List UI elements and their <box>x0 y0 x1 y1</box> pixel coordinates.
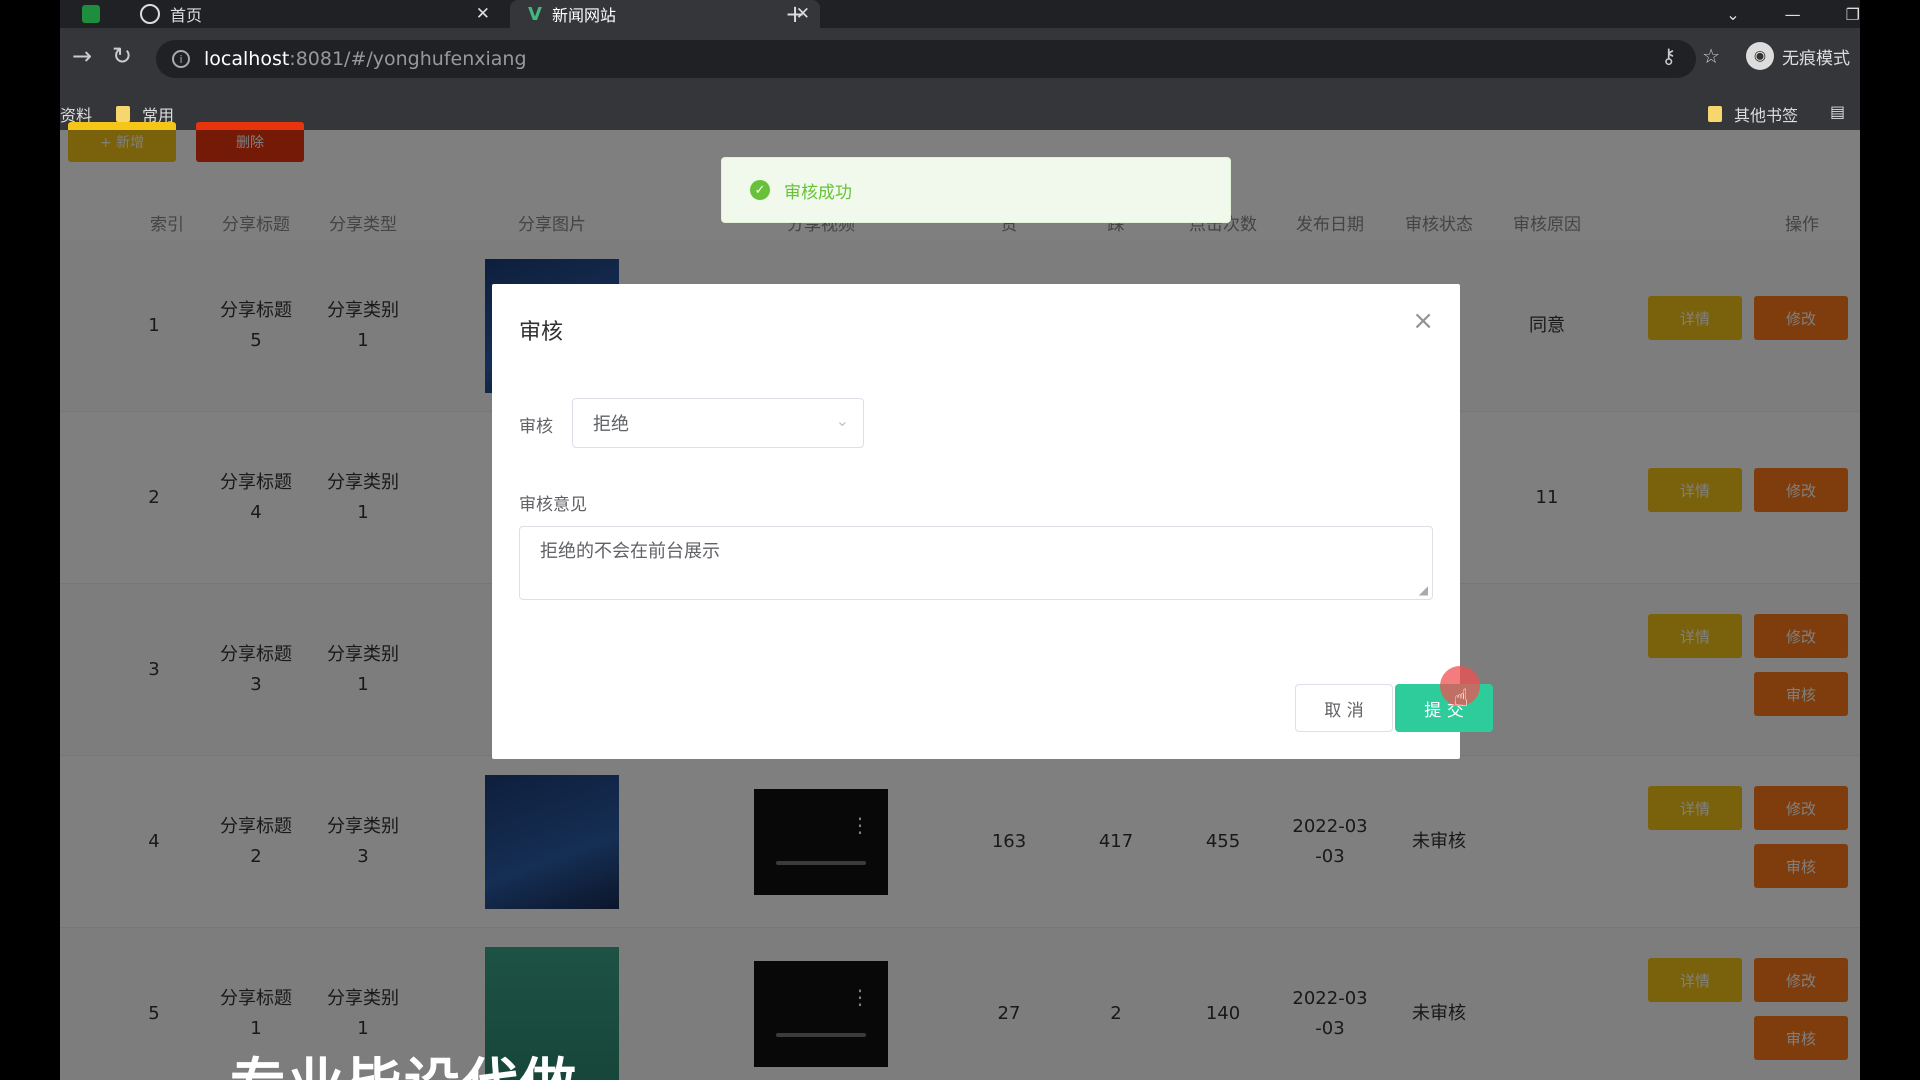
audit-label: 审核 <box>519 417 553 437</box>
tab-bar: 首页 ✕ V 新闻网站 ✕ + ⌄ — ❐ <box>60 0 1860 28</box>
restore-icon[interactable]: ❐ <box>1846 5 1860 24</box>
close-icon[interactable]: ✕ <box>476 4 490 24</box>
forward-icon[interactable]: → <box>72 42 92 70</box>
address-bar: → ↻ i localhost:8081/#/yonghufenxiang ⚷ … <box>60 28 1860 92</box>
audit-select-value: 拒绝 <box>593 414 629 435</box>
star-icon[interactable]: ☆ <box>1702 44 1720 68</box>
incognito-badge[interactable]: ◉ 无痕模式 <box>1746 42 1850 70</box>
reading-list-icon[interactable]: ▤ <box>1830 102 1845 121</box>
folder-icon <box>116 106 130 122</box>
folder-icon <box>1708 106 1722 122</box>
bookmark-label: 其他书签 <box>1734 106 1799 125</box>
url-host: localhost <box>204 48 290 70</box>
check-circle-icon: ✓ <box>750 180 770 200</box>
globe-icon <box>140 4 160 24</box>
opinion-text: 拒绝的不会在前台展示 <box>540 541 720 562</box>
key-icon[interactable]: ⚷ <box>1661 44 1676 68</box>
tab-home-label: 首页 <box>170 6 203 25</box>
bookmarks-bar: 资料 常用 其他书签 ▤ <box>60 92 1860 130</box>
tab-home[interactable]: 首页 ✕ <box>120 0 500 28</box>
resize-handle-icon[interactable]: ◢ <box>1419 583 1428 597</box>
url-path: :8081/#/yonghufenxiang <box>289 48 527 70</box>
url-field[interactable]: i localhost:8081/#/yonghufenxiang <box>156 40 1696 78</box>
success-toast: ✓ 审核成功 <box>721 157 1231 223</box>
hand-cursor-icon: ☝ <box>1454 684 1469 712</box>
close-icon[interactable]: × <box>1412 306 1434 336</box>
sheets-app-icon <box>82 5 100 23</box>
new-tab-icon[interactable]: + <box>785 0 805 28</box>
bookmark-other[interactable]: 其他书签 <box>1708 102 1798 126</box>
incognito-label: 无痕模式 <box>1782 48 1850 69</box>
tab-news-label: 新闻网站 <box>551 6 616 25</box>
info-icon[interactable]: i <box>172 50 190 68</box>
toast-message: 审核成功 <box>784 182 852 203</box>
browser-window: 首页 ✕ V 新闻网站 ✕ + ⌄ — ❐ → ↻ i localhost:80… <box>60 0 1860 1080</box>
cancel-button[interactable]: 取 消 <box>1295 684 1393 732</box>
tab-search-icon[interactable]: ⌄ <box>1726 5 1739 24</box>
opinion-label: 审核意见 <box>519 495 587 515</box>
tab-news[interactable]: V 新闻网站 ✕ <box>510 0 820 28</box>
dialog-title: 审核 <box>519 320 564 345</box>
chevron-down-icon: ⌄ <box>835 411 849 430</box>
audit-select[interactable]: 拒绝 ⌄ <box>572 398 864 448</box>
audit-dialog: 审核 × 审核 拒绝 ⌄ 审核意见 拒绝的不会在前台展示 ◢ 取 消 提 交 ☝ <box>492 284 1493 759</box>
address-bar-actions: ⚷ ☆ ◉ 无痕模式 <box>1661 42 1850 70</box>
incognito-icon: ◉ <box>1746 42 1774 70</box>
reload-icon[interactable]: ↻ <box>112 42 132 70</box>
opinion-textarea[interactable]: 拒绝的不会在前台展示 ◢ <box>519 526 1433 600</box>
vue-logo-icon: V <box>528 3 542 25</box>
watermark-text: 专业毕设代做 <box>230 1040 578 1080</box>
minimize-icon[interactable]: — <box>1785 5 1801 24</box>
window-controls: ⌄ — ❐ <box>1681 0 1860 28</box>
tab-app[interactable] <box>72 0 112 28</box>
